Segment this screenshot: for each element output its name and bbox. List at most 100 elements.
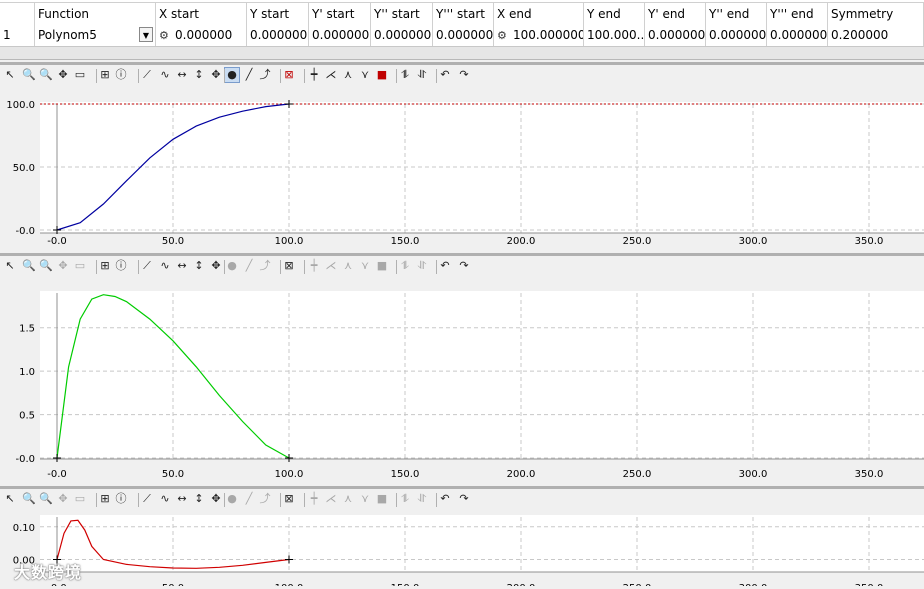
branch-icon[interactable]: ⋎	[357, 67, 373, 83]
zoom-out-icon[interactable]: 🔍	[38, 491, 54, 507]
table-cell[interactable]: 0.200000	[828, 25, 924, 46]
gear-icon[interactable]: ⚙	[159, 25, 171, 46]
point-icon[interactable]: ●	[224, 67, 240, 83]
redo-icon[interactable]: ↷	[456, 491, 472, 507]
point-icon[interactable]: ●	[224, 258, 240, 274]
column-header[interactable]: Function	[35, 3, 156, 25]
pan-icon[interactable]: ✥	[55, 491, 71, 507]
pan-icon[interactable]: ✥	[55, 258, 71, 274]
zoom-icon[interactable]: 🔍	[21, 67, 37, 83]
point-icon[interactable]: ●	[224, 491, 240, 507]
join-icon[interactable]: ⋏	[340, 67, 356, 83]
flip-icon[interactable]: ⥯	[414, 67, 430, 83]
join-icon[interactable]: ⋏	[340, 258, 356, 274]
column-header[interactable]: Y''' end	[767, 3, 828, 25]
table-cell[interactable]: 0.000000	[309, 25, 371, 46]
table-cell[interactable]: 0.000000	[767, 25, 828, 46]
fit-horizontal-icon[interactable]: ↔	[174, 67, 190, 83]
fit-vertical-icon[interactable]: ↕	[191, 491, 207, 507]
fit-both-icon[interactable]: ✥	[208, 258, 224, 274]
fit-horizontal-icon[interactable]: ↔	[174, 258, 190, 274]
table-cell[interactable]: 0.000000	[247, 25, 309, 46]
info-icon[interactable]: ⓘ	[113, 491, 129, 507]
table-cell[interactable]: ⚙ 100.000000	[494, 25, 584, 46]
column-header[interactable]: Y'' end	[706, 3, 767, 25]
table-cell[interactable]: 0.000000	[371, 25, 433, 46]
ruler-icon[interactable]: ⟋	[139, 67, 155, 83]
line-icon[interactable]: ╱	[241, 491, 257, 507]
table-cell[interactable]: ⚙ 0.000000	[156, 25, 247, 46]
pan-icon[interactable]: ✥	[55, 67, 71, 83]
info-icon[interactable]: ⓘ	[113, 258, 129, 274]
select-arrow-icon[interactable]: ↖	[2, 258, 18, 274]
mirror-icon[interactable]: ⥮	[397, 258, 413, 274]
delete-icon[interactable]: ⊠	[281, 67, 297, 83]
position-chart[interactable]: -0.0 50.0 100.0 -0.0 50.0 100.0 150.0 200.0 250.…	[0, 87, 924, 253]
join-icon[interactable]: ⋏	[340, 491, 356, 507]
zoom-icon[interactable]: 🔍	[21, 491, 37, 507]
cut-icon[interactable]: ┿	[306, 491, 322, 507]
chevron-down-icon[interactable]: ▼	[139, 27, 153, 42]
undo-icon[interactable]: ↶	[437, 67, 453, 83]
column-header[interactable]: X start	[156, 3, 247, 25]
grid-icon[interactable]: ⊞	[97, 67, 113, 83]
column-header[interactable]: Y end	[584, 3, 645, 25]
flip-icon[interactable]: ⥯	[414, 258, 430, 274]
cut-icon[interactable]: ┿	[306, 67, 322, 83]
table-cell[interactable]: 0.000000	[433, 25, 494, 46]
column-header[interactable]: Y' end	[645, 3, 706, 25]
flip-icon[interactable]: ⥯	[414, 491, 430, 507]
zoom-icon[interactable]: 🔍	[21, 258, 37, 274]
column-header[interactable]: Y start	[247, 3, 309, 25]
zoom-out-icon[interactable]: 🔍	[38, 67, 54, 83]
fit-vertical-icon[interactable]: ↕	[191, 258, 207, 274]
cut-icon[interactable]: ┿	[306, 258, 322, 274]
delete-icon[interactable]: ⊠	[281, 491, 297, 507]
line-icon[interactable]: ╱	[241, 258, 257, 274]
grid-icon[interactable]: ⊞	[97, 258, 113, 274]
line-icon[interactable]: ╱	[241, 67, 257, 83]
curve-icon[interactable]: ∿	[157, 258, 173, 274]
table-cell[interactable]: 100.000...	[584, 25, 645, 46]
column-header[interactable]: Symmetry	[828, 3, 924, 25]
info-icon[interactable]: ⓘ	[113, 67, 129, 83]
branch-icon[interactable]: ⋎	[357, 491, 373, 507]
square-icon[interactable]: ■	[374, 67, 390, 83]
spline-icon[interactable]: ⤴	[257, 491, 273, 507]
select-arrow-icon[interactable]: ↖	[2, 491, 18, 507]
split-icon[interactable]: ⋌	[323, 491, 339, 507]
column-header[interactable]: X end	[494, 3, 584, 25]
zoom-fit-icon[interactable]: ▭	[72, 67, 88, 83]
column-header[interactable]	[0, 3, 35, 25]
curve-icon[interactable]: ∿	[157, 491, 173, 507]
ruler-icon[interactable]: ⟋	[139, 491, 155, 507]
split-icon[interactable]: ⋌	[323, 67, 339, 83]
table-cell[interactable]: Polynom5 ▼	[35, 25, 156, 46]
delete-icon[interactable]: ⊠	[281, 258, 297, 274]
grid-icon[interactable]: ⊞	[97, 491, 113, 507]
table-cell[interactable]: 0.000000	[645, 25, 706, 46]
spline-icon[interactable]: ⤴	[257, 258, 273, 274]
redo-icon[interactable]: ↷	[456, 67, 472, 83]
table-row[interactable]: 1 Polynom5 ▼ ⚙ 0.000000 0.000000 0.000000 0.000…	[0, 25, 924, 47]
branch-icon[interactable]: ⋎	[357, 258, 373, 274]
zoom-fit-icon[interactable]: ▭	[72, 258, 88, 274]
ruler-icon[interactable]: ⟋	[139, 258, 155, 274]
undo-icon[interactable]: ↶	[437, 258, 453, 274]
fit-horizontal-icon[interactable]: ↔	[174, 491, 190, 507]
spline-icon[interactable]: ⤴	[257, 67, 273, 83]
velocity-chart[interactable]: -0.0 0.5 1.0 1.5 -0.0 50.0 100.0 150.0 200.0 250.…	[0, 278, 924, 486]
square-icon[interactable]: ■	[374, 491, 390, 507]
table-cell[interactable]: 0.000000	[706, 25, 767, 46]
column-header[interactable]: Y'' start	[371, 3, 433, 25]
redo-icon[interactable]: ↷	[456, 258, 472, 274]
square-icon[interactable]: ■	[374, 258, 390, 274]
zoom-out-icon[interactable]: 🔍	[38, 258, 54, 274]
fit-both-icon[interactable]: ✥	[208, 67, 224, 83]
gear-icon[interactable]: ⚙	[497, 25, 509, 46]
curve-icon[interactable]: ∿	[157, 67, 173, 83]
column-header[interactable]: Y''' start	[433, 3, 494, 25]
acceleration-chart[interactable]: 0.000.10-0.050.0100.0150.0200.0250.0300.…	[0, 511, 924, 589]
select-arrow-icon[interactable]: ↖	[2, 67, 18, 83]
zoom-fit-icon[interactable]: ▭	[72, 491, 88, 507]
